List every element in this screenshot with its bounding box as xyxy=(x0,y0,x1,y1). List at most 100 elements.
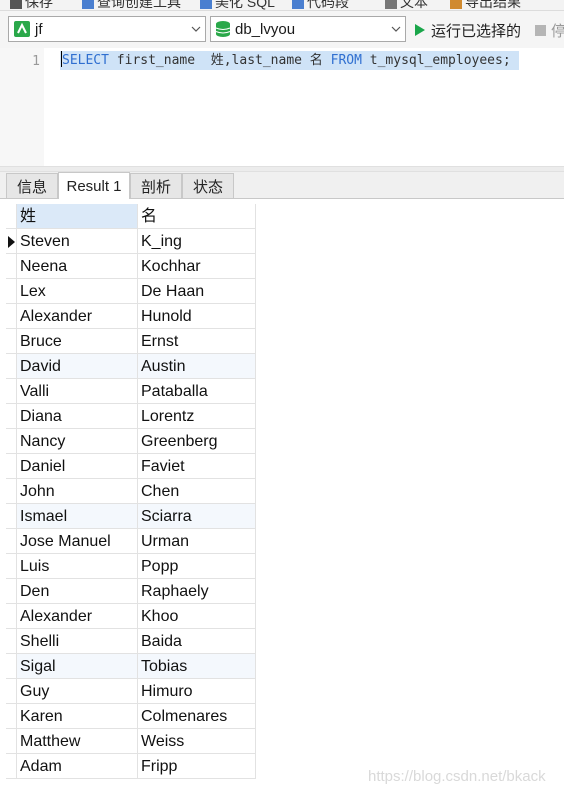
cell-first-name[interactable]: Matthew xyxy=(17,729,138,754)
cell-last-name[interactable]: Himuro xyxy=(138,679,256,704)
stop-button[interactable]: 停 xyxy=(535,19,564,41)
table-row[interactable]: Valli Pataballa xyxy=(6,379,256,404)
row-indicator[interactable] xyxy=(6,604,17,629)
row-indicator[interactable] xyxy=(6,379,17,404)
query-builder-button[interactable]: 查询创建工具 xyxy=(82,0,181,10)
sql-editor[interactable]: 1 SELECT first_name 姓,last_name 名 FROM t… xyxy=(0,48,564,166)
table-row[interactable]: Bruce Ernst xyxy=(6,329,256,354)
table-row[interactable]: David Austin xyxy=(6,354,256,379)
cell-last-name[interactable]: Urman xyxy=(138,529,256,554)
cell-first-name[interactable]: Karen xyxy=(17,704,138,729)
row-indicator[interactable] xyxy=(6,554,17,579)
cell-first-name[interactable]: Sigal xyxy=(17,654,138,679)
table-row[interactable]: Shelli Baida xyxy=(6,629,256,654)
row-indicator[interactable] xyxy=(6,329,17,354)
cell-last-name[interactable]: Sciarra xyxy=(138,504,256,529)
cell-last-name[interactable]: Greenberg xyxy=(138,429,256,454)
cell-first-name[interactable]: Nancy xyxy=(17,429,138,454)
row-indicator[interactable] xyxy=(6,254,17,279)
tab-result-1[interactable]: Result 1 xyxy=(58,172,130,199)
table-row[interactable]: Jose Manuel Urman xyxy=(6,529,256,554)
table-row[interactable]: Guy Himuro xyxy=(6,679,256,704)
cell-first-name[interactable]: Shelli xyxy=(17,629,138,654)
row-indicator[interactable] xyxy=(6,679,17,704)
table-row[interactable]: Steven K_ing xyxy=(6,229,256,254)
row-indicator[interactable] xyxy=(6,454,17,479)
table-row[interactable]: Matthew Weiss xyxy=(6,729,256,754)
tab-info[interactable]: 信息 xyxy=(6,173,58,198)
cell-first-name[interactable]: Alexander xyxy=(17,604,138,629)
table-row[interactable]: Luis Popp xyxy=(6,554,256,579)
row-indicator[interactable] xyxy=(6,729,17,754)
cell-first-name[interactable]: David xyxy=(17,354,138,379)
text-button[interactable]: 文本 xyxy=(385,0,428,10)
connection-select[interactable]: jf xyxy=(8,16,206,42)
beautify-sql-button[interactable]: 美化 SQL xyxy=(200,0,275,10)
cell-first-name[interactable]: Diana xyxy=(17,404,138,429)
cell-last-name[interactable]: De Haan xyxy=(138,279,256,304)
database-select[interactable]: db_lvyou xyxy=(210,16,406,42)
cell-last-name[interactable]: Raphaely xyxy=(138,579,256,604)
cell-last-name[interactable]: Fripp xyxy=(138,754,256,779)
cell-last-name[interactable]: Chen xyxy=(138,479,256,504)
row-indicator[interactable] xyxy=(6,429,17,454)
cell-last-name[interactable]: Kochhar xyxy=(138,254,256,279)
row-indicator[interactable] xyxy=(6,229,17,254)
cell-first-name[interactable]: Bruce xyxy=(17,329,138,354)
cell-first-name[interactable]: Guy xyxy=(17,679,138,704)
cell-first-name[interactable]: Daniel xyxy=(17,454,138,479)
column-header-last-name[interactable]: 名 xyxy=(138,204,256,229)
cell-last-name[interactable]: Colmenares xyxy=(138,704,256,729)
cell-last-name[interactable]: Lorentz xyxy=(138,404,256,429)
cell-first-name[interactable]: Adam xyxy=(17,754,138,779)
row-indicator[interactable] xyxy=(6,579,17,604)
export-result-button[interactable]: 导出结果 xyxy=(450,0,521,10)
tab-status[interactable]: 状态 xyxy=(182,173,234,198)
row-indicator[interactable] xyxy=(6,754,17,779)
table-row[interactable]: Neena Kochhar xyxy=(6,254,256,279)
cell-first-name[interactable]: John xyxy=(17,479,138,504)
row-indicator[interactable] xyxy=(6,654,17,679)
table-row[interactable]: Daniel Faviet xyxy=(6,454,256,479)
row-indicator[interactable] xyxy=(6,404,17,429)
row-indicator[interactable] xyxy=(6,279,17,304)
table-row[interactable]: Diana Lorentz xyxy=(6,404,256,429)
table-row[interactable]: Nancy Greenberg xyxy=(6,429,256,454)
row-indicator[interactable] xyxy=(6,629,17,654)
table-row[interactable]: Alexander Hunold xyxy=(6,304,256,329)
cell-last-name[interactable]: K_ing xyxy=(138,229,256,254)
tab-profile[interactable]: 剖析 xyxy=(130,173,182,198)
cell-last-name[interactable]: Austin xyxy=(138,354,256,379)
sql-code-line[interactable]: SELECT first_name 姓,last_name 名 FROM t_m… xyxy=(60,51,519,70)
cell-last-name[interactable]: Faviet xyxy=(138,454,256,479)
row-indicator[interactable] xyxy=(6,479,17,504)
table-row[interactable]: Sigal Tobias xyxy=(6,654,256,679)
cell-last-name[interactable]: Weiss xyxy=(138,729,256,754)
table-row[interactable]: Karen Colmenares xyxy=(6,704,256,729)
table-row[interactable]: Lex De Haan xyxy=(6,279,256,304)
row-indicator[interactable] xyxy=(6,704,17,729)
row-indicator[interactable] xyxy=(6,504,17,529)
cell-last-name[interactable]: Tobias xyxy=(138,654,256,679)
cell-first-name[interactable]: Valli xyxy=(17,379,138,404)
table-row[interactable]: Adam Fripp xyxy=(6,754,256,779)
cell-first-name[interactable]: Luis xyxy=(17,554,138,579)
cell-last-name[interactable]: Hunold xyxy=(138,304,256,329)
cell-first-name[interactable]: Alexander xyxy=(17,304,138,329)
table-row[interactable]: John Chen xyxy=(6,479,256,504)
cell-last-name[interactable]: Popp xyxy=(138,554,256,579)
row-indicator[interactable] xyxy=(6,354,17,379)
column-header-first-name[interactable]: 姓 xyxy=(17,204,138,229)
cell-first-name[interactable]: Jose Manuel xyxy=(17,529,138,554)
table-row[interactable]: Ismael Sciarra xyxy=(6,504,256,529)
row-indicator[interactable] xyxy=(6,529,17,554)
row-indicator[interactable] xyxy=(6,304,17,329)
cell-last-name[interactable]: Ernst xyxy=(138,329,256,354)
cell-last-name[interactable]: Baida xyxy=(138,629,256,654)
cell-first-name[interactable]: Ismael xyxy=(17,504,138,529)
table-row[interactable]: Den Raphaely xyxy=(6,579,256,604)
cell-last-name[interactable]: Khoo xyxy=(138,604,256,629)
code-snippet-button[interactable]: 代码段 xyxy=(292,0,349,10)
cell-first-name[interactable]: Neena xyxy=(17,254,138,279)
table-row[interactable]: Alexander Khoo xyxy=(6,604,256,629)
